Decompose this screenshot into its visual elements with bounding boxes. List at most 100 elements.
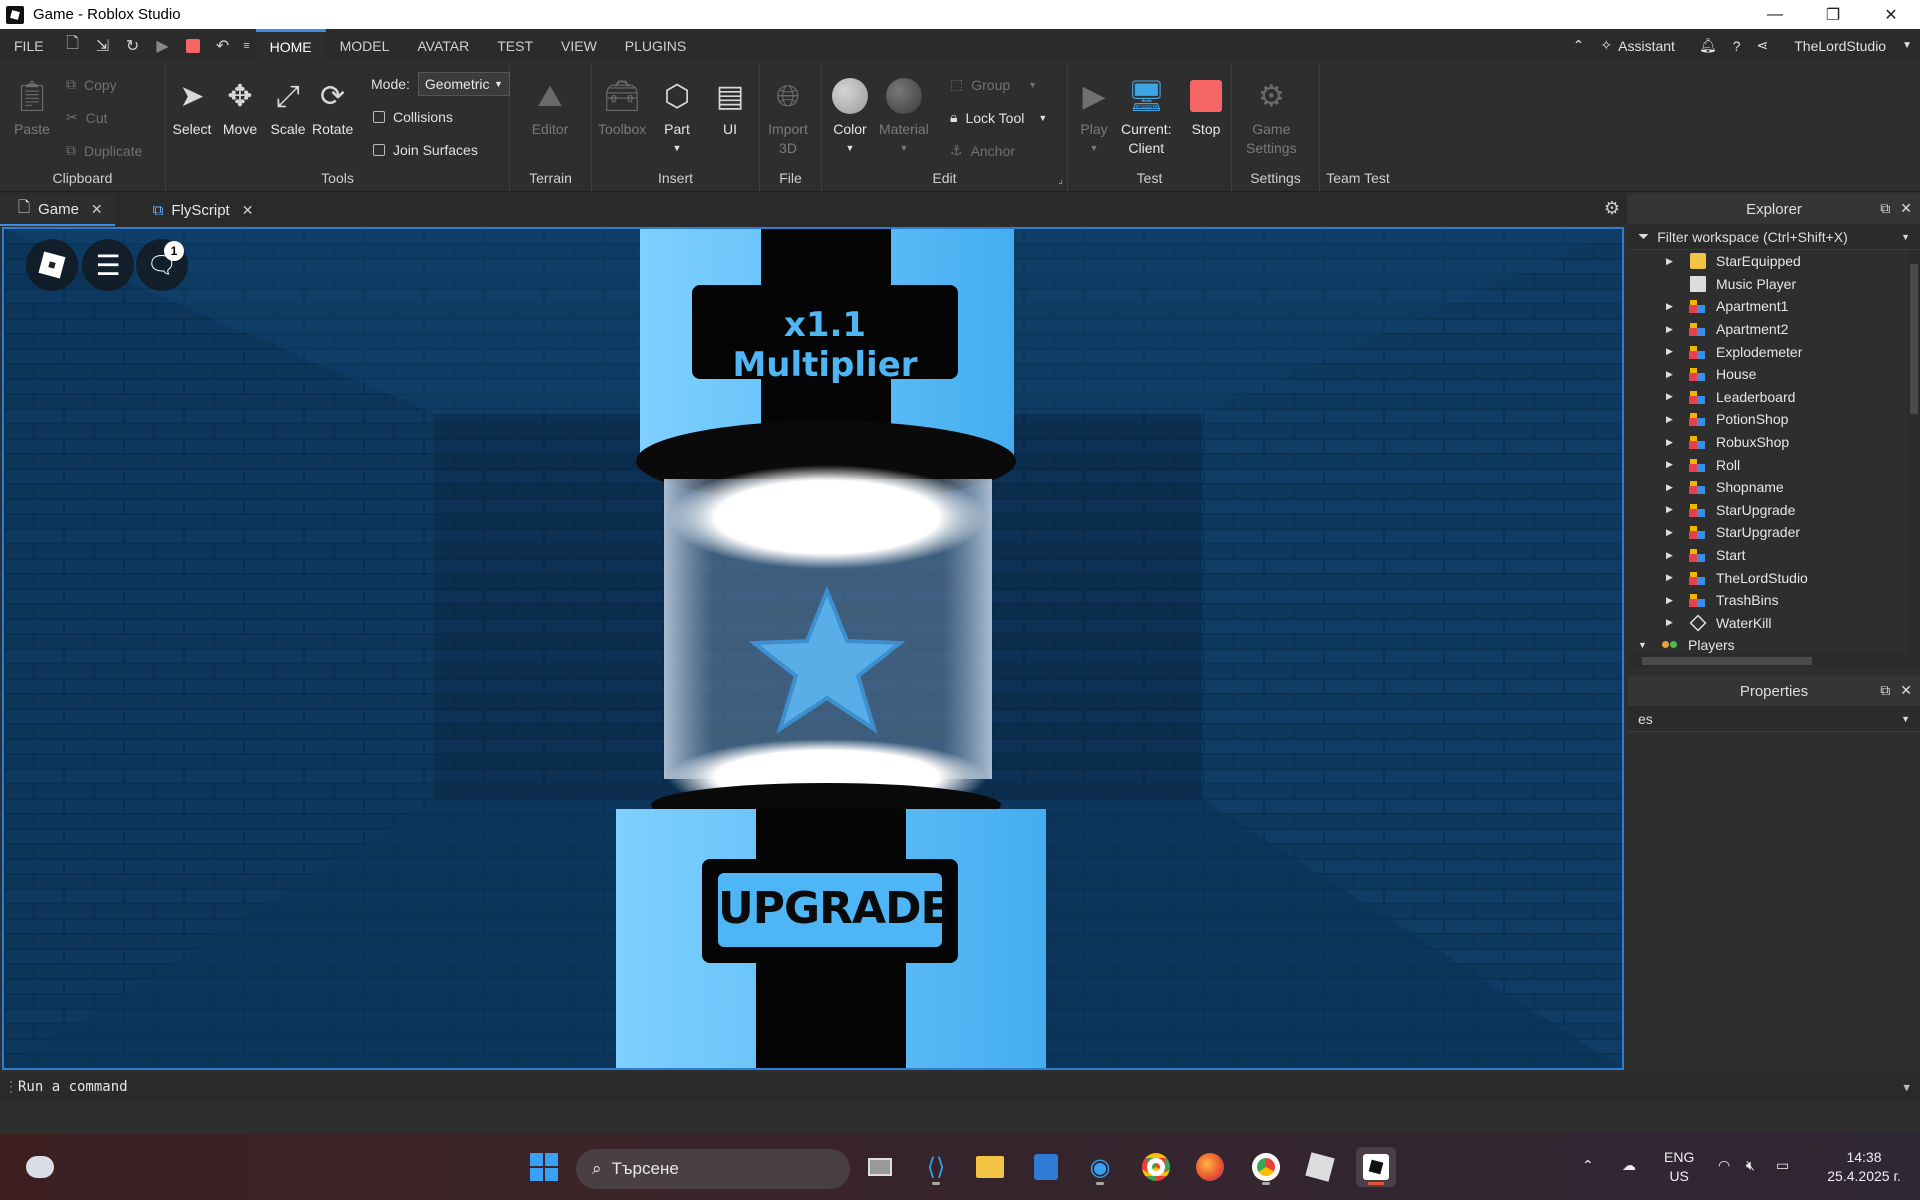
expand-arrow-icon[interactable]: ▶ (1666, 346, 1678, 357)
tab-home[interactable]: HOME (255, 29, 326, 62)
tab-avatar[interactable]: AVATAR (403, 29, 483, 62)
explorer-item[interactable]: ▶ House (1628, 363, 1920, 386)
quick-access-dropdown-icon[interactable]: ≡ (238, 29, 256, 62)
explorer-item[interactable]: ▶ Shopname (1628, 476, 1920, 499)
close-tab-icon[interactable]: ✕ (242, 202, 254, 219)
import-3d-button[interactable]: 🌐︎ Import 3D (768, 76, 808, 158)
explorer-item[interactable]: ▶ StarEquipped (1628, 250, 1920, 273)
notifications-icon[interactable]: 🔔︎ (1691, 37, 1725, 54)
chevron-down-icon[interactable]: ▼ (1901, 714, 1910, 724)
speaker-muted-icon[interactable]: 🔇︎ (1746, 1156, 1755, 1175)
explorer-item[interactable]: ▶ Roll (1628, 453, 1920, 476)
collisions-toggle[interactable]: Collisions (373, 109, 453, 125)
lock-tool-button[interactable]: 🔒︎ Lock Tool ▼ (950, 109, 1047, 126)
expand-arrow-icon[interactable]: ▶ (1666, 369, 1678, 380)
clock[interactable]: 14:38 25.4.2025 г. (1814, 1148, 1914, 1186)
store-icon[interactable] (1026, 1147, 1066, 1187)
weather-icon[interactable] (20, 1147, 60, 1187)
explorer-horizontal-scrollbar[interactable] (1628, 654, 1920, 668)
restore-button[interactable]: ❐ (1804, 0, 1862, 29)
expand-arrow-icon[interactable]: ▶ (1666, 572, 1678, 583)
part-button[interactable]: ⬡ Part ▼ (657, 76, 697, 158)
undock-icon[interactable]: ⧉ (1880, 200, 1890, 217)
mode-dropdown[interactable]: Geometric ▼ (417, 72, 510, 96)
properties-filter-input[interactable]: es (1638, 711, 1653, 727)
tab-plugins[interactable]: PLUGINS (611, 29, 700, 62)
explorer-item[interactable]: ▼ Players (1628, 634, 1920, 654)
rotate-button[interactable]: ⟳ Rotate (312, 76, 353, 139)
windows-start-icon[interactable] (524, 1147, 564, 1187)
expand-arrow-icon[interactable]: ▶ (1666, 256, 1678, 267)
undo-icon[interactable]: ↶ (208, 29, 238, 62)
cut-button[interactable]: ✂ Cut (66, 109, 108, 126)
close-tab-icon[interactable]: ✕ (91, 201, 103, 218)
explorer-item[interactable]: ▶ Explodemeter (1628, 340, 1920, 363)
network-off-icon[interactable]: ☁︎ (1622, 1156, 1636, 1175)
explorer-item[interactable]: Music Player (1628, 273, 1920, 296)
expand-arrow-icon[interactable]: ▶ (1666, 301, 1678, 312)
tab-test[interactable]: TEST (483, 29, 547, 62)
expand-arrow-icon[interactable]: ▶ (1666, 617, 1678, 628)
firefox-icon[interactable] (1190, 1147, 1230, 1187)
explorer-item[interactable]: ▶ Apartment2 (1628, 318, 1920, 341)
task-view-icon[interactable] (860, 1147, 900, 1187)
command-input[interactable]: Run a command (18, 1079, 128, 1095)
file-menu[interactable]: FILE (0, 29, 58, 62)
tab-model[interactable]: MODEL (326, 29, 404, 62)
viewport-settings-gear-icon[interactable]: ⚙ (1604, 198, 1620, 219)
copy-button[interactable]: ⧉ Copy (66, 76, 117, 93)
explorer-item[interactable]: ▶ Start (1628, 544, 1920, 567)
game-viewport[interactable]: x1.1 Multiplier UPGRADE ☰ 🗨︎ 1 (2, 227, 1624, 1070)
close-panel-icon[interactable]: ✕ (1900, 200, 1912, 217)
duplicate-button[interactable]: ⧉ Duplicate (66, 142, 142, 159)
help-icon[interactable]: ? (1725, 38, 1749, 54)
chrome-icon[interactable] (1136, 1147, 1176, 1187)
expand-arrow-icon[interactable]: ▶ (1666, 527, 1678, 538)
explorer-item[interactable]: ▶ TheLordStudio (1628, 566, 1920, 589)
play-button[interactable]: ▶ Play ▼ (1074, 76, 1114, 158)
command-bar[interactable]: ⋮ Run a command ▼ (0, 1073, 1920, 1101)
explorer-item[interactable]: ▶ StarUpgrade (1628, 499, 1920, 522)
redo-icon[interactable]: ↻ (118, 29, 148, 62)
toolbox-button[interactable]: 🧰︎ Toolbox (598, 76, 646, 139)
roblox-player-icon[interactable] (1300, 1147, 1340, 1187)
minimize-button[interactable]: — (1746, 0, 1804, 29)
chevron-down-icon[interactable]: ▼ (1901, 232, 1910, 242)
expand-arrow-icon[interactable]: ▶ (1666, 324, 1678, 335)
user-dropdown-icon[interactable]: ▼ (1894, 40, 1920, 51)
current-client-button[interactable]: 🖥︎ Current: Client (1121, 76, 1172, 158)
roblox-menu-button[interactable] (26, 239, 78, 291)
edge-browser-icon[interactable]: ◉ (1080, 1147, 1120, 1187)
expand-arrow-icon[interactable]: ▶ (1666, 550, 1678, 561)
close-window-button[interactable]: ✕ (1862, 0, 1920, 29)
explorer-item[interactable]: ▶ Apartment1 (1628, 295, 1920, 318)
roblox-studio-taskbar-icon[interactable] (1356, 1147, 1396, 1187)
select-button[interactable]: ➤ Select (172, 76, 212, 139)
explorer-item[interactable]: ▶ StarUpgrader (1628, 521, 1920, 544)
anchor-button[interactable]: ⚓︎ Anchor (950, 142, 1015, 159)
tab-game[interactable]: 🗋 Game ✕ (0, 194, 115, 226)
explorer-filter[interactable]: ⏷ Filter workspace (Ctrl+Shift+X) ▼ (1628, 224, 1920, 250)
expand-arrow-icon[interactable]: ▶ (1666, 414, 1678, 425)
expand-arrow-icon[interactable]: ▶ (1666, 482, 1678, 493)
expand-arrow-icon[interactable]: ▶ (1666, 391, 1678, 402)
explorer-item[interactable]: ▶ RobuxShop (1628, 431, 1920, 454)
tray-overflow-icon[interactable]: ⌃ (1582, 1156, 1594, 1175)
group-button[interactable]: ⬚ Group ▼ (950, 76, 1037, 93)
material-button[interactable]: Material ▼ (879, 76, 929, 158)
new-file-icon[interactable]: 🗋 (58, 29, 88, 62)
explorer-item[interactable]: ▶ TrashBins (1628, 589, 1920, 612)
game-settings-button[interactable]: ⚙ Game Settings (1246, 76, 1297, 158)
hamburger-menu-button[interactable]: ☰ (82, 239, 134, 291)
expand-arrow-icon[interactable]: ▶ (1666, 504, 1678, 515)
file-explorer-icon[interactable] (970, 1147, 1010, 1187)
tab-flyscript[interactable]: ⧉ FlyScript ✕ (135, 194, 266, 226)
explorer-item[interactable]: ▶ PotionShop (1628, 408, 1920, 431)
close-panel-icon[interactable]: ✕ (1900, 682, 1912, 699)
battery-icon[interactable]: ▭ (1776, 1156, 1789, 1175)
join-surfaces-checkbox[interactable] (373, 144, 385, 156)
undock-icon[interactable]: ⧉ (1880, 682, 1890, 699)
paste-button[interactable]: 📋︎ Paste (12, 76, 52, 139)
terrain-editor-button[interactable]: ⛰ Editor (530, 76, 570, 139)
assistant-button[interactable]: ✧ Assistant (1592, 37, 1683, 54)
